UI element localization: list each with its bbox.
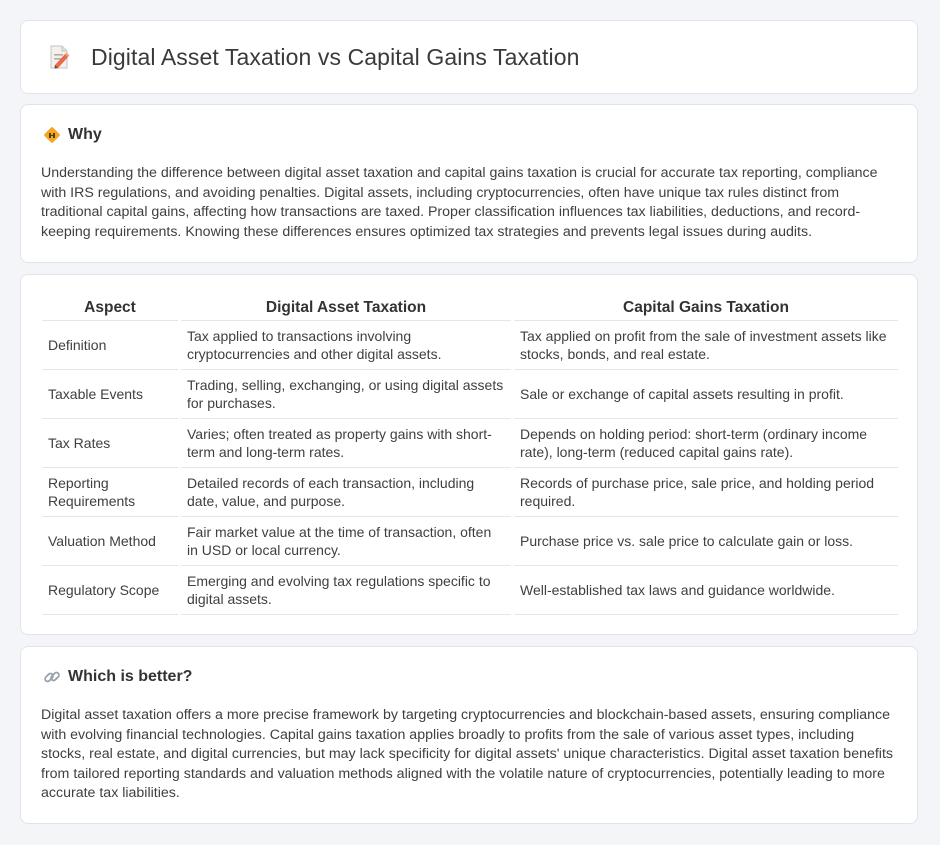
title-card: Digital Asset Taxation vs Capital Gains … xyxy=(20,20,918,94)
header-digital-asset: Digital Asset Taxation xyxy=(178,296,513,321)
table-row: Taxable Events Trading, selling, exchang… xyxy=(42,369,898,419)
digital-asset-cell: Detailed records of each transaction, in… xyxy=(178,467,513,517)
capital-gains-cell: Sale or exchange of capital assets resul… xyxy=(511,369,898,419)
table-row: Tax Rates Varies; often treated as prope… xyxy=(42,418,898,468)
header-capital-gains: Capital Gains Taxation xyxy=(511,296,898,321)
page-title: Digital Asset Taxation vs Capital Gains … xyxy=(91,43,580,70)
why-text: Understanding the difference between dig… xyxy=(41,165,878,240)
aspect-cell: Taxable Events xyxy=(42,369,180,419)
digital-asset-cell: Emerging and evolving tax regulations sp… xyxy=(178,565,513,615)
table-header-row: Aspect Digital Asset Taxation Capital Ga… xyxy=(42,296,898,321)
digital-asset-cell: Varies; often treated as property gains … xyxy=(178,418,513,468)
why-header: Why xyxy=(43,126,102,144)
capital-gains-cell: Purchase price vs. sale price to calcula… xyxy=(511,516,898,566)
comparison-section: Aspect Digital Asset Taxation Capital Ga… xyxy=(20,274,918,635)
capital-gains-cell: Well-established tax laws and guidance w… xyxy=(511,565,898,615)
capital-gains-cell: Records of purchase price, sale price, a… xyxy=(511,467,898,517)
aspect-cell: Valuation Method xyxy=(42,516,180,566)
memo-pencil-icon xyxy=(45,43,73,71)
digital-asset-cell: Fair market value at the time of transac… xyxy=(178,516,513,566)
comparison-table: Aspect Digital Asset Taxation Capital Ga… xyxy=(42,296,898,615)
table-row: Definition Tax applied to transactions i… xyxy=(42,320,898,370)
capital-gains-cell: Tax applied on profit from the sale of i… xyxy=(511,320,898,370)
why-section: Why Understanding the difference between… xyxy=(20,104,918,263)
aspect-cell: Reporting Requirements xyxy=(42,467,180,517)
aspect-cell: Definition xyxy=(42,320,180,370)
better-header: Which is better? xyxy=(43,668,192,686)
why-title: Why xyxy=(68,126,102,143)
better-section: Which is better? Digital asset taxation … xyxy=(20,646,918,824)
table-row: Reporting Requirements Detailed records … xyxy=(42,467,898,517)
table-row: Valuation Method Fair market value at th… xyxy=(42,516,898,566)
aspect-cell: Regulatory Scope xyxy=(42,565,180,615)
better-text: Digital asset taxation offers a more pre… xyxy=(41,707,893,801)
better-title: Which is better? xyxy=(68,668,193,685)
aspect-cell: Tax Rates xyxy=(42,418,180,468)
digital-asset-cell: Tax applied to transactions involving cr… xyxy=(178,320,513,370)
title-row: Digital Asset Taxation vs Capital Gains … xyxy=(45,43,580,71)
header-aspect: Aspect xyxy=(42,296,180,321)
capital-gains-cell: Depends on holding period: short-term (o… xyxy=(511,418,898,468)
table-row: Regulatory Scope Emerging and evolving t… xyxy=(42,565,898,615)
digital-asset-cell: Trading, selling, exchanging, or using d… xyxy=(178,369,513,419)
link-icon xyxy=(43,668,61,686)
diamond-sign-icon xyxy=(43,126,61,144)
